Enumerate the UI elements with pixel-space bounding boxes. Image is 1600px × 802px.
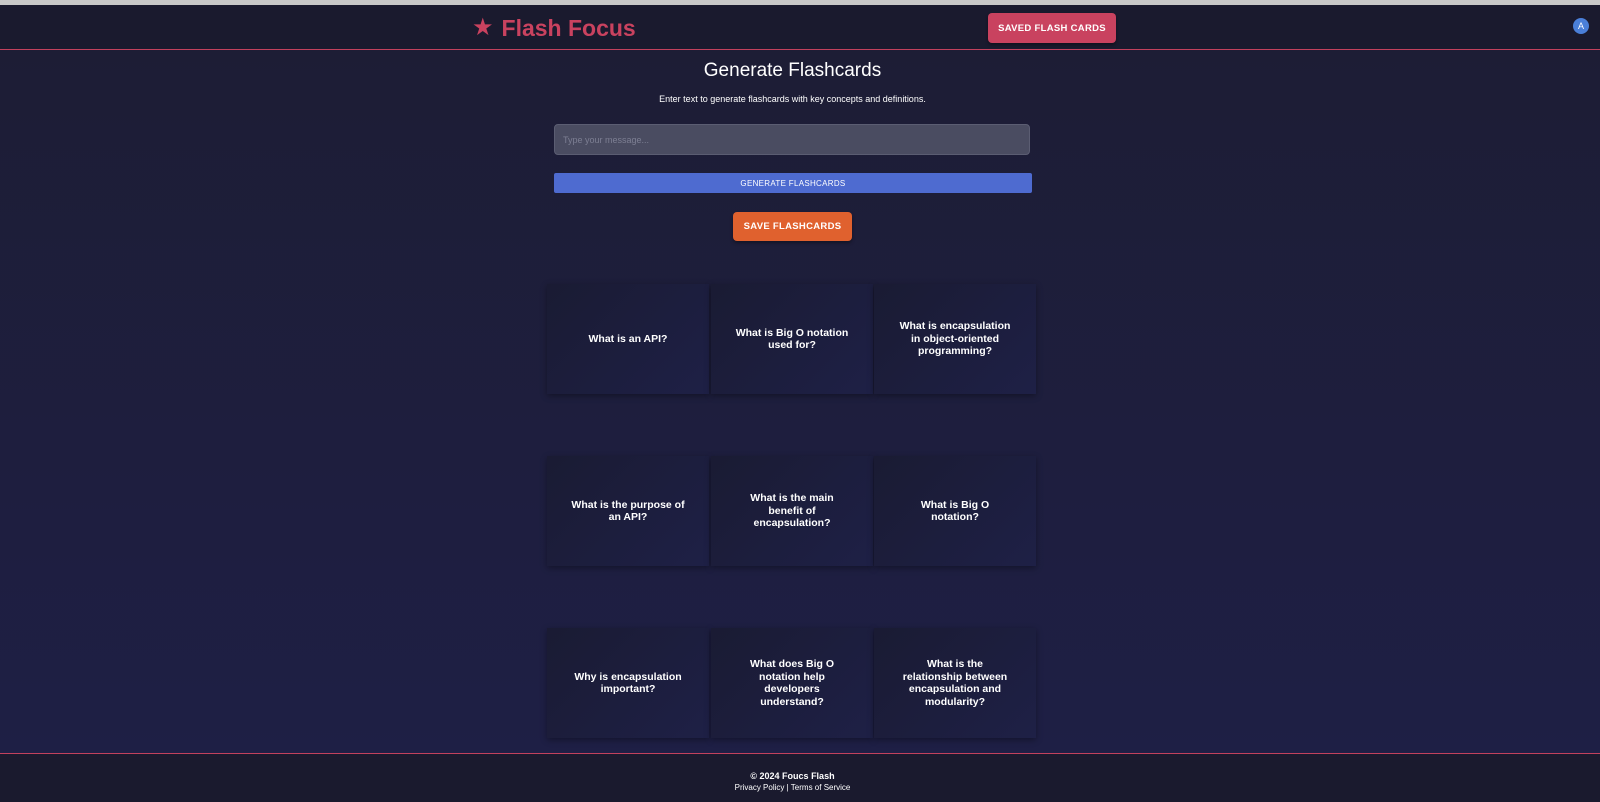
generate-flashcards-button[interactable]: GENERATE FLASHCARDS [554,173,1032,193]
save-flashcards-button[interactable]: SAVE FLASHCARDS [733,212,852,241]
footer-links: Privacy Policy | Terms of Service [0,783,1585,792]
flashcard[interactable]: Why is encapsulation important? [547,628,709,738]
flashcard-question: What is an API? [588,332,668,345]
star-icon: ★ [472,14,494,41]
page-subtitle: Enter text to generate flashcards with k… [659,94,926,104]
flashcard[interactable]: What does Big O notation help developers… [711,628,873,738]
copyright-text: © 2024 Foucs Flash [750,771,835,781]
flashcard[interactable]: What is Big O notation used for? [711,284,873,394]
footer-separator: | [786,783,789,792]
flashcard-question: What is the purpose of an API? [571,498,685,524]
flashcard-question: What is Big O notation used for? [735,326,849,352]
brand-name: Flash Focus [501,14,636,41]
flashcard[interactable]: What is the main benefit of encapsulatio… [711,456,873,566]
message-input[interactable] [554,124,1030,155]
page-title: Generate Flashcards [703,60,882,81]
flashcard[interactable]: What is Big O notation? [874,456,1036,566]
app-header: ★ Flash Focus SAVED FLASH CARDS A [0,5,1600,50]
avatar[interactable]: A [1573,18,1589,34]
flashcard-question: What is the main benefit of encapsulatio… [750,492,834,530]
flashcard[interactable]: What is the purpose of an API? [547,456,709,566]
flashcard[interactable]: What is encapsulation in object-oriented… [874,284,1036,394]
flashcard[interactable]: What is the relationship between encapsu… [874,628,1036,738]
privacy-policy-link[interactable]: Privacy Policy [735,783,785,792]
flashcard-question: What is Big O notation? [920,498,990,524]
terms-of-service-link[interactable]: Terms of Service [791,783,851,792]
flashcard-question: Why is encapsulation important? [574,670,682,696]
saved-flash-cards-button[interactable]: SAVED FLASH CARDS [988,13,1116,43]
flashcard-question: What is the relationship between encapsu… [902,658,1008,708]
brand-logo[interactable]: ★ Flash Focus [472,12,636,44]
flashcard-question: What is encapsulation in object-oriented… [899,320,1011,358]
flashcard[interactable]: What is an API? [547,284,709,394]
flashcard-question: What does Big O notation help developers… [750,658,834,708]
app-footer: © 2024 Foucs Flash Privacy Policy | Term… [0,753,1600,802]
